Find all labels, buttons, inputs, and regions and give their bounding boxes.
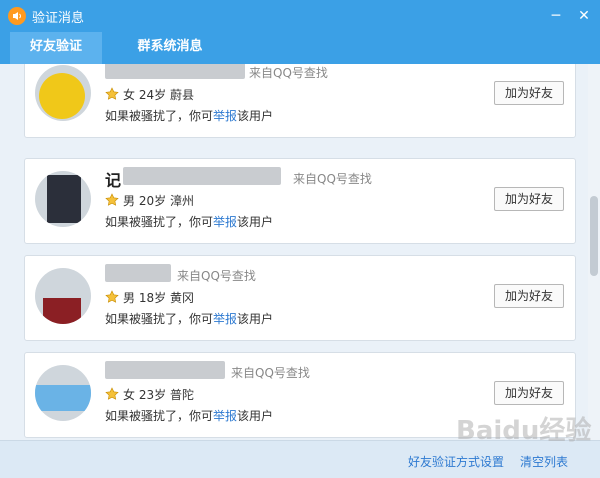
star-icon	[105, 87, 119, 100]
source-label: 来自QQ号查找	[231, 366, 310, 380]
location: 普陀	[169, 388, 194, 402]
report-hint-suffix: 该用户	[237, 409, 274, 423]
source-label: 来自QQ号查找	[177, 269, 256, 283]
source-label: 来自QQ号查找	[293, 172, 372, 186]
baidu-watermark: Baidu经验	[456, 416, 592, 446]
nickname-blurred	[123, 167, 281, 185]
qq-speaker-icon	[8, 7, 26, 25]
report-link[interactable]: 举报	[213, 215, 237, 229]
request-list[interactable]: 来自QQ号查找 女 24岁 蔚县 如果被骚扰了，你可举报该用户 加为好友 记 来…	[0, 64, 588, 440]
close-button[interactable]: ✕	[574, 6, 594, 26]
source-label: 来自QQ号查找	[249, 66, 328, 80]
add-friend-button[interactable]: 加为好友	[494, 381, 564, 405]
report-link[interactable]: 举报	[213, 409, 237, 423]
gender: 男	[123, 194, 136, 208]
report-hint: 如果被骚扰了，你可举报该用户	[105, 213, 273, 230]
user-info: 女 24岁 蔚县	[123, 86, 194, 103]
star-icon	[105, 290, 119, 303]
tab-friend-verification[interactable]: 好友验证	[10, 32, 102, 64]
nickname: 记	[105, 171, 122, 190]
report-hint-suffix: 该用户	[237, 312, 274, 326]
avatar-image	[43, 298, 81, 324]
scrollbar-thumb[interactable]	[590, 196, 598, 276]
add-friend-button[interactable]: 加为好友	[494, 81, 564, 105]
star-icon	[105, 387, 119, 400]
tab-group-system-messages[interactable]: 群系统消息	[120, 32, 220, 64]
add-friend-button[interactable]: 加为好友	[494, 284, 564, 308]
add-friend-button[interactable]: 加为好友	[494, 187, 564, 211]
scrollbar[interactable]	[588, 64, 600, 440]
nickname-blurred	[105, 361, 225, 379]
request-card: 来自QQ号查找 男 18岁 黄冈 如果被骚扰了，你可举报该用户 加为好友	[24, 255, 576, 341]
nickname-blurred	[105, 64, 245, 79]
location: 蔚县	[169, 88, 194, 102]
report-hint-suffix: 该用户	[237, 215, 274, 229]
age: 24岁	[138, 88, 167, 102]
report-link[interactable]: 举报	[213, 312, 237, 326]
verification-window: 验证消息 ─ ✕ 好友验证 群系统消息 来自QQ号查找 女 24岁 蔚县 如果被…	[0, 0, 600, 478]
request-card: 记 来自QQ号查找 男 20岁 漳州 如果被骚扰了，你可举报该用户 加为好友	[24, 158, 576, 244]
gender: 女	[123, 388, 136, 402]
age: 20岁	[138, 194, 167, 208]
title-bar[interactable]: 验证消息 ─ ✕	[0, 0, 600, 32]
gender: 女	[123, 88, 136, 102]
report-hint: 如果被骚扰了，你可举报该用户	[105, 310, 273, 327]
avatar[interactable]	[35, 171, 91, 227]
clear-list-link[interactable]: 清空列表	[520, 453, 568, 470]
user-info: 男 18岁 黄冈	[123, 289, 194, 306]
report-hint-text: 如果被骚扰了，你可	[105, 312, 214, 326]
avatar-image	[35, 385, 91, 411]
minimize-button[interactable]: ─	[546, 6, 566, 26]
report-hint: 如果被骚扰了，你可举报该用户	[105, 407, 273, 424]
gender: 男	[123, 291, 136, 305]
location: 漳州	[169, 194, 194, 208]
report-hint-suffix: 该用户	[237, 109, 274, 123]
avatar[interactable]	[35, 365, 91, 421]
verification-settings-link[interactable]: 好友验证方式设置	[408, 453, 504, 470]
age: 18岁	[138, 291, 167, 305]
request-card: 来自QQ号查找 女 24岁 蔚县 如果被骚扰了，你可举报该用户 加为好友	[24, 64, 576, 138]
report-hint: 如果被骚扰了，你可举报该用户	[105, 107, 273, 124]
age: 23岁	[138, 388, 167, 402]
star-icon	[105, 193, 119, 206]
tab-bar: 好友验证 群系统消息	[0, 32, 600, 64]
report-hint-text: 如果被骚扰了，你可	[105, 109, 214, 123]
report-hint-text: 如果被骚扰了，你可	[105, 215, 214, 229]
avatar-image	[39, 73, 85, 119]
avatar-image	[47, 175, 81, 223]
report-link[interactable]: 举报	[213, 109, 237, 123]
avatar[interactable]	[35, 65, 91, 121]
avatar[interactable]	[35, 268, 91, 324]
nickname-blurred	[105, 264, 171, 282]
user-info: 男 20岁 漳州	[123, 192, 194, 209]
window-title: 验证消息	[32, 11, 85, 26]
user-info: 女 23岁 普陀	[123, 386, 194, 403]
report-hint-text: 如果被骚扰了，你可	[105, 409, 214, 423]
location: 黄冈	[169, 291, 194, 305]
